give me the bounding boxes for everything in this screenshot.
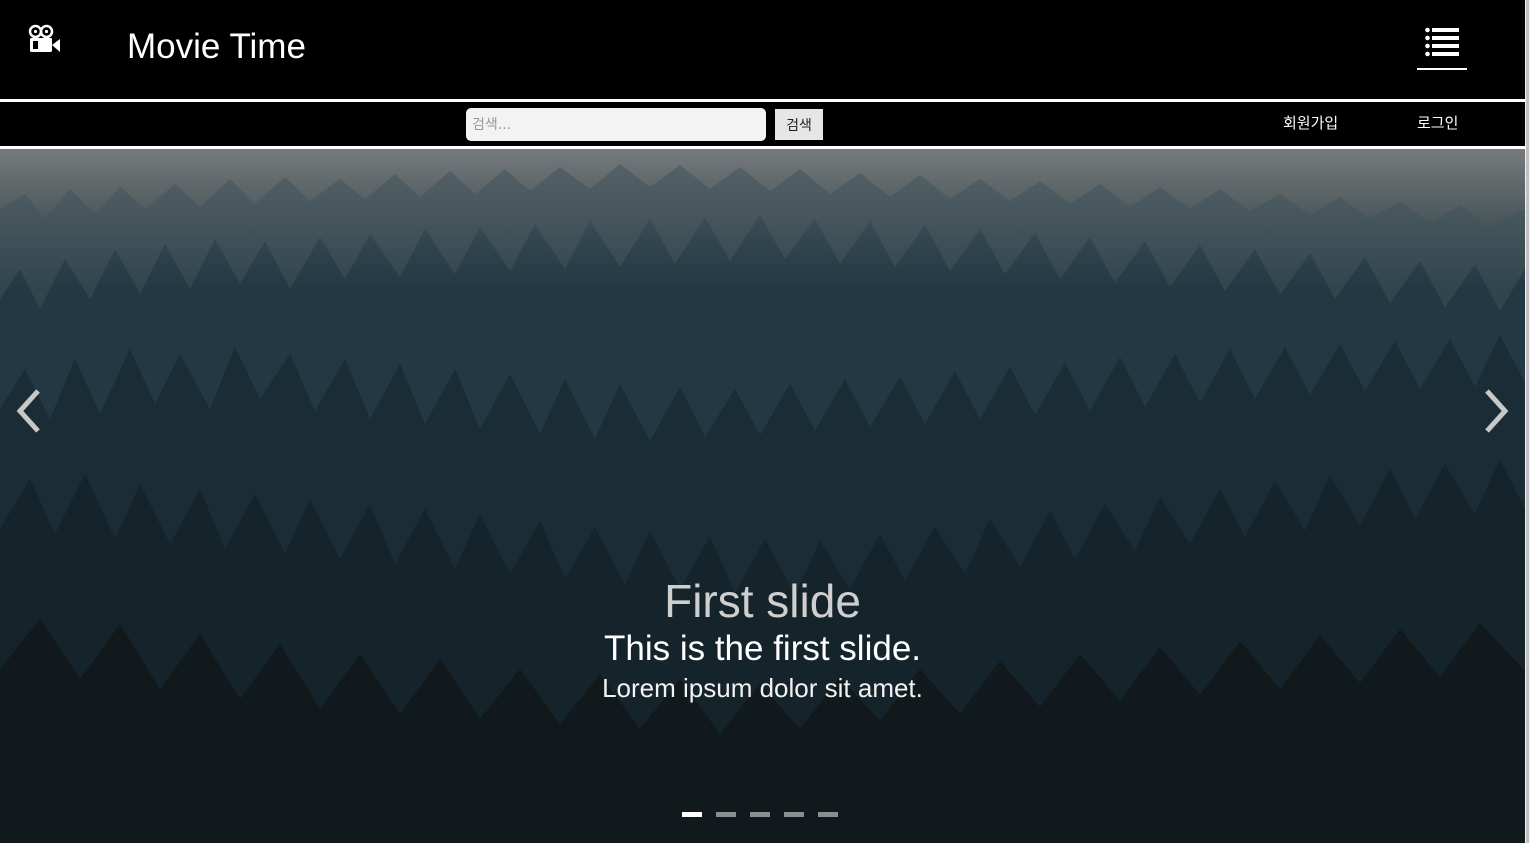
menu-button[interactable] <box>1417 22 1467 70</box>
chevron-right-icon <box>1465 389 1525 445</box>
chevron-left-icon <box>0 389 60 445</box>
carousel-indicator[interactable] <box>750 812 770 817</box>
carousel-next-button[interactable] <box>1465 381 1525 441</box>
carousel-indicator[interactable] <box>818 812 838 817</box>
slide-caption: First slide This is the first slide. Lor… <box>0 574 1525 706</box>
search-nav-bar: 검색 회원가입 로그인 <box>0 102 1525 146</box>
slide-body: Lorem ipsum dolor sit amet. <box>602 673 923 703</box>
slide-title: First slide <box>664 575 861 627</box>
signup-link[interactable]: 회원가입 <box>1283 113 1338 133</box>
forest-background-image <box>0 149 1525 843</box>
login-link[interactable]: 로그인 <box>1417 113 1458 133</box>
page-scrollbar[interactable] <box>1525 0 1530 843</box>
slide-subtitle: This is the first slide. <box>603 629 922 668</box>
movie-camera-icon <box>28 24 62 56</box>
search-button[interactable]: 검색 <box>775 109 823 140</box>
carousel-indicator[interactable] <box>716 812 736 817</box>
carousel-indicator[interactable] <box>682 812 702 817</box>
carousel-prev-button[interactable] <box>0 381 60 441</box>
carousel-indicator[interactable] <box>784 812 804 817</box>
scrollbar-thumb[interactable] <box>1526 0 1529 843</box>
brand-title[interactable]: Movie Time <box>127 27 306 67</box>
carousel-indicators <box>682 812 838 820</box>
search-input[interactable] <box>466 108 766 141</box>
hero-carousel: First slide This is the first slide. Lor… <box>0 149 1525 843</box>
top-header: Movie Time <box>0 0 1525 99</box>
